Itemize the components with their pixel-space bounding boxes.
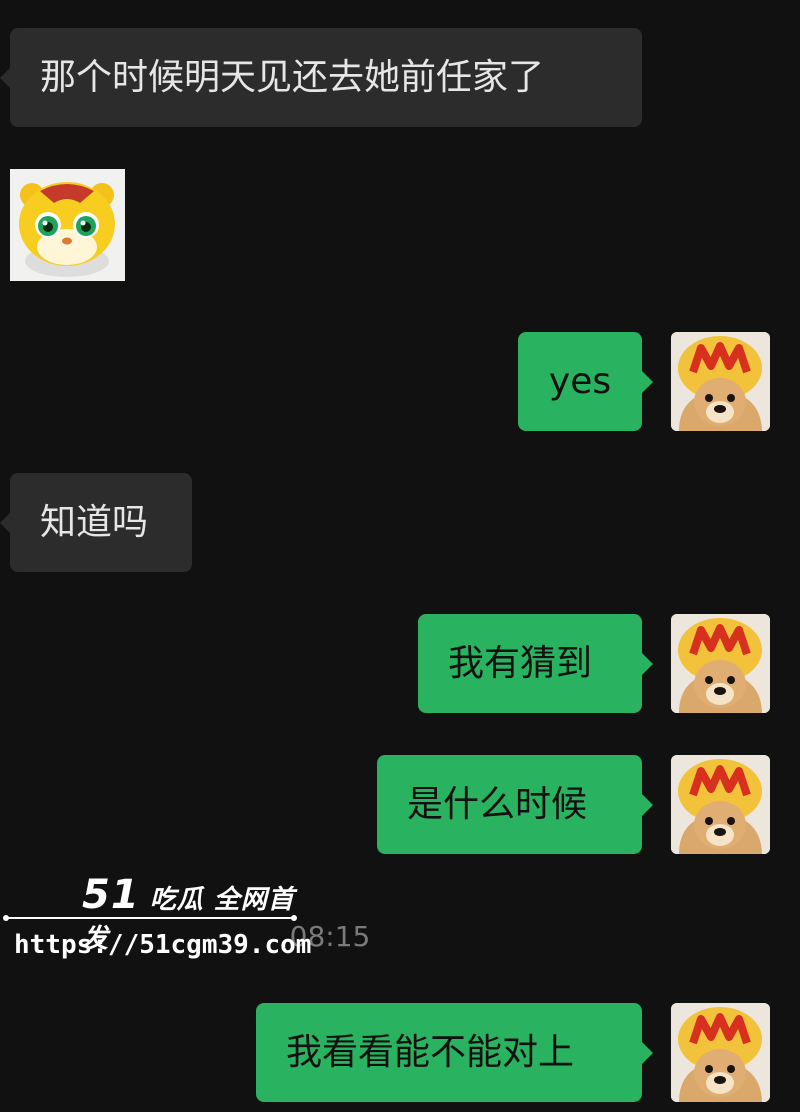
- watermark-url: https://51cgm39.com: [14, 930, 312, 960]
- watermark-circuit-icon: [3, 915, 297, 921]
- dog-avatar-icon: [671, 755, 770, 854]
- cartoon-tiger-sticker-icon: [10, 169, 125, 281]
- message-bubble-incoming[interactable]: 那个时候明天见还去她前任家了: [0, 28, 642, 127]
- message-text: 是什么时候: [407, 783, 588, 825]
- message-bubble-outgoing[interactable]: yes: [518, 332, 653, 431]
- dog-avatar-icon: [671, 1003, 770, 1102]
- message-text: 那个时候明天见还去她前任家了: [40, 56, 545, 98]
- self-avatar[interactable]: [671, 614, 770, 713]
- dog-avatar-icon: [671, 614, 770, 713]
- message-bubble-outgoing[interactable]: 是什么时候: [377, 755, 653, 854]
- message-text: yes: [548, 360, 612, 402]
- self-avatar[interactable]: [671, 1003, 770, 1102]
- message-bubble-outgoing[interactable]: 我看看能不能对上: [256, 1003, 653, 1102]
- message-bubble-incoming[interactable]: 知道吗: [0, 473, 192, 572]
- message-text: 我有猜到: [448, 642, 593, 684]
- message-bubble-outgoing[interactable]: 我有猜到: [418, 614, 653, 713]
- watermark: 51 吃瓜 全网首发 https://51cgm39.com: [0, 868, 312, 978]
- message-text: 我看看能不能对上: [286, 1031, 575, 1073]
- dog-avatar-icon: [671, 332, 770, 431]
- self-avatar[interactable]: [671, 755, 770, 854]
- message-text: 知道吗: [40, 501, 149, 543]
- self-avatar[interactable]: [671, 332, 770, 431]
- tiger-sticker[interactable]: [10, 169, 125, 281]
